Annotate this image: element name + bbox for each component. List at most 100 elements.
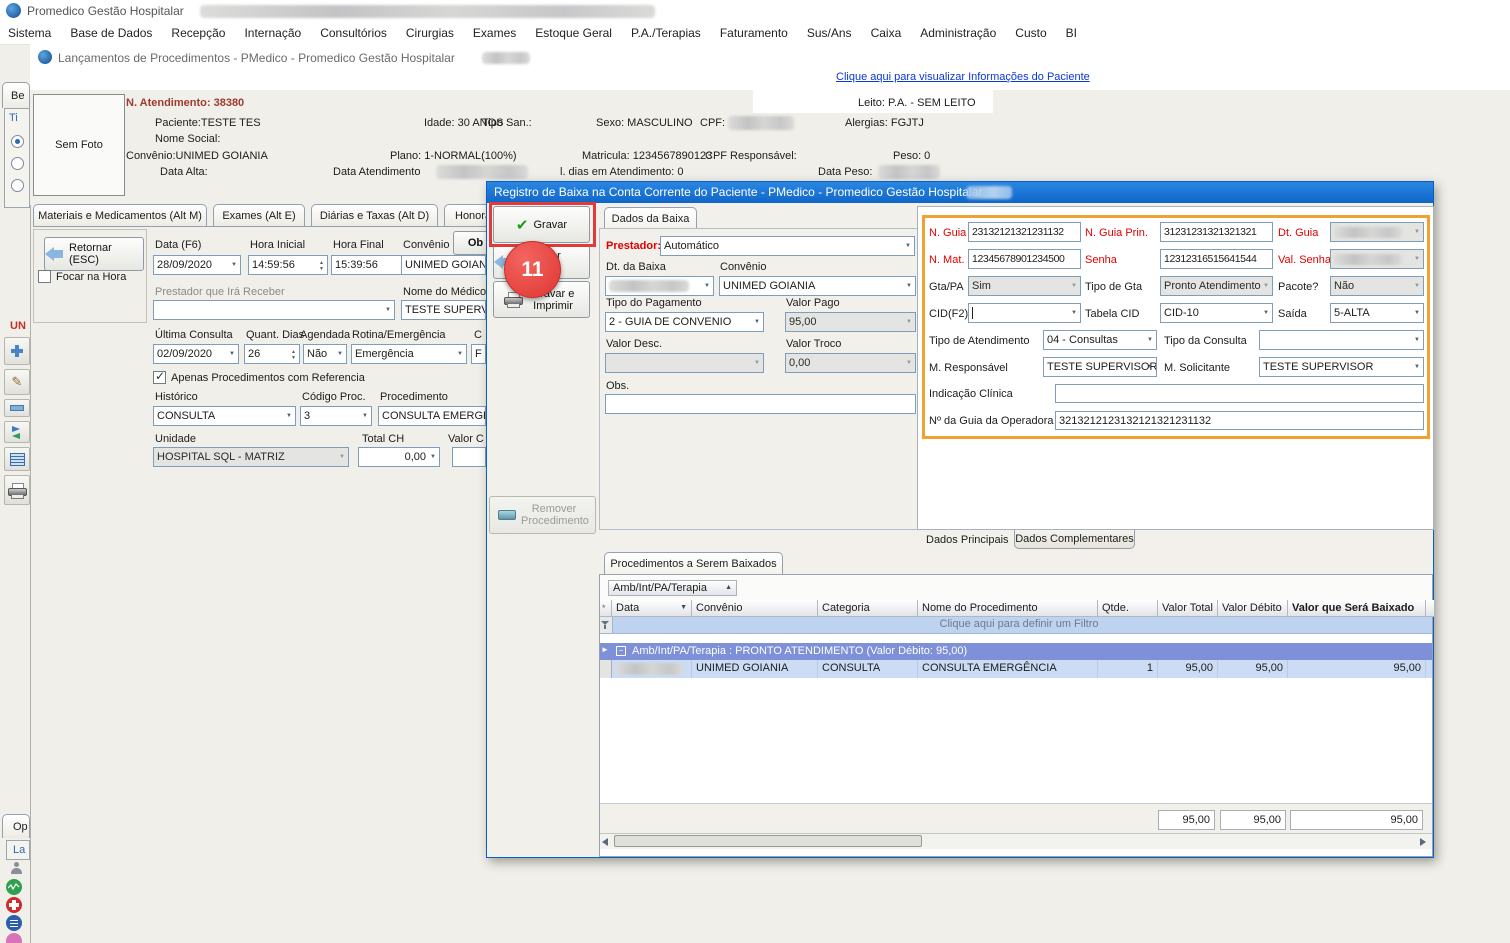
- obs-field[interactable]: [605, 394, 916, 414]
- tab-dados-complementares[interactable]: Dados Complementares: [1014, 530, 1135, 549]
- menu-custo[interactable]: Custo: [1015, 26, 1046, 40]
- col-header-qtde[interactable]: Qtde.: [1098, 600, 1158, 617]
- add-button[interactable]: [4, 337, 30, 365]
- focar-na-hora-checkbox[interactable]: [38, 270, 51, 283]
- cid-field[interactable]: [968, 303, 1081, 323]
- extra-field-fragment[interactable]: F: [471, 344, 486, 364]
- sidebar-person-item[interactable]: [10, 862, 23, 878]
- m-solicitante-field[interactable]: TESTE SUPERVISOR: [1259, 357, 1424, 377]
- remove-button[interactable]: [4, 399, 30, 417]
- menu-cirurgias[interactable]: Cirurgias: [406, 26, 454, 40]
- retornar-esc-button[interactable]: Retornar (ESC): [44, 237, 144, 271]
- agendada-field[interactable]: Não: [303, 344, 347, 364]
- transfer-button[interactable]: [4, 421, 30, 443]
- sidebar-la-box[interactable]: La: [6, 840, 30, 860]
- apenas-referencia-checkbox[interactable]: [153, 371, 166, 384]
- nome-medico-field[interactable]: TESTE SUPERVISOR: [401, 300, 486, 320]
- menu-consultorios[interactable]: Consultórios: [320, 26, 387, 40]
- grid-view-button[interactable]: [4, 447, 30, 471]
- menu-sistema[interactable]: Sistema: [8, 26, 51, 40]
- n-mat-field[interactable]: 12345678901234500: [968, 249, 1081, 269]
- total-ch-field[interactable]: 0,00: [358, 447, 440, 467]
- col-header-categoria[interactable]: Categoria: [818, 600, 918, 617]
- col-header-data[interactable]: Data▼: [612, 600, 692, 617]
- col-header-convenio[interactable]: Convênio: [692, 600, 818, 617]
- menu-caixa[interactable]: Caixa: [871, 26, 902, 40]
- convenio-baixa-field[interactable]: UNIMED GOIANIA: [719, 276, 916, 296]
- group-band-box[interactable]: Amb/Int/PA/Terapia ▲: [608, 580, 737, 596]
- valor-pago-field[interactable]: 95,00: [785, 312, 916, 332]
- rotina-emergencia-field[interactable]: Emergência: [351, 344, 467, 364]
- menu-internacao[interactable]: Internação: [244, 26, 301, 40]
- prestador-recebedor-field[interactable]: [153, 300, 395, 320]
- val-senha-field[interactable]: [1330, 249, 1424, 269]
- patient-info-link[interactable]: Clique aqui para visualizar Informações …: [836, 71, 1090, 83]
- prestador-field[interactable]: Automático: [660, 236, 915, 256]
- menu-bi[interactable]: BI: [1066, 26, 1077, 40]
- tab-dados-da-baixa[interactable]: Dados da Baixa: [604, 207, 697, 229]
- menu-base-de-dados[interactable]: Base de Dados: [70, 26, 152, 40]
- edit-button[interactable]: ✎: [4, 369, 30, 395]
- historico-field[interactable]: CONSULTA: [153, 406, 296, 426]
- valor-desc-field[interactable]: [605, 353, 764, 373]
- tab-dados-principais[interactable]: Dados Principais: [926, 534, 1009, 546]
- unidade-field[interactable]: HOSPITAL SQL - MATRIZ: [153, 447, 349, 467]
- remover-procedimento-button[interactable]: Remover Procedimento: [489, 496, 596, 534]
- sidebar-radio-2[interactable]: [11, 157, 24, 170]
- sidebar-tab-be[interactable]: Be: [2, 82, 30, 108]
- sidebar-table-item[interactable]: [6, 915, 22, 931]
- dialog-titlebar[interactable]: Registro de Baixa na Conta Corrente do P…: [487, 182, 1433, 203]
- dt-baixa-field[interactable]: [605, 276, 714, 296]
- hora-inicial-field[interactable]: 14:59:56: [248, 255, 328, 275]
- tab-diarias-taxas[interactable]: Diárias e Taxas (Alt D): [311, 204, 438, 226]
- pacote-field[interactable]: Não: [1330, 276, 1424, 296]
- tabela-cid-field[interactable]: CID-10: [1160, 303, 1273, 323]
- quant-dias-field[interactable]: 26: [244, 344, 300, 364]
- menu-faturamento[interactable]: Faturamento: [720, 26, 788, 40]
- menu-estoque-geral[interactable]: Estoque Geral: [535, 26, 612, 40]
- valor-troco-field[interactable]: 0,00: [785, 353, 916, 373]
- menu-administracao[interactable]: Administração: [920, 26, 996, 40]
- menu-sus-ans[interactable]: Sus/Ans: [807, 26, 852, 40]
- m-responsavel-field[interactable]: TESTE SUPERVISOR: [1043, 357, 1157, 377]
- scroll-left-button[interactable]: [602, 838, 608, 846]
- senha-field[interactable]: 12312316515641544: [1160, 249, 1273, 269]
- menu-recepcao[interactable]: Recepção: [171, 26, 225, 40]
- ultima-consulta-field[interactable]: 02/09/2020: [153, 344, 239, 364]
- valor-c-field[interactable]: [452, 447, 486, 467]
- col-header-nome-procedimento[interactable]: Nome do Procedimento: [918, 600, 1098, 617]
- dt-guia-field[interactable]: [1330, 222, 1424, 242]
- n-guia-field[interactable]: 23132121321231132: [968, 222, 1081, 242]
- data-f6-field[interactable]: 28/09/2020: [153, 255, 241, 275]
- tab-exames[interactable]: Exames (Alt E): [213, 204, 305, 226]
- hora-final-field[interactable]: 15:39:56: [331, 255, 411, 275]
- tab-materiais-medicamentos[interactable]: Materiais e Medicamentos (Alt M): [33, 204, 207, 226]
- n-guia-prin-field[interactable]: 31231231321321321: [1160, 222, 1273, 242]
- codigo-proc-field[interactable]: 3: [300, 406, 372, 426]
- sidebar-pink-item[interactable]: [6, 933, 22, 943]
- guia-operadora-field[interactable]: 3213212123132121321231132: [1055, 411, 1424, 430]
- col-header-valor-baixado[interactable]: Valor que Será Baixado: [1288, 600, 1426, 617]
- tipo-atendimento-field[interactable]: 04 - Consultas: [1043, 330, 1157, 350]
- group-row[interactable]: ► − Amb/Int/PA/Terapia : PRONTO ATENDIME…: [600, 643, 1432, 660]
- table-row[interactable]: UNIMED GOIANIA CONSULTA CONSULTA EMERGÊN…: [600, 660, 1432, 678]
- col-header-valor-total[interactable]: Valor Total: [1158, 600, 1218, 617]
- tipo-consulta-field[interactable]: [1259, 330, 1424, 350]
- saida-field[interactable]: 5-ALTA: [1330, 303, 1424, 323]
- sidebar-emergency-item[interactable]: [6, 897, 22, 916]
- convenio-form-field[interactable]: UNIMED GOIANIA: [401, 255, 486, 275]
- grid-hscrollbar[interactable]: [600, 833, 1432, 849]
- tipo-gta-field[interactable]: Pronto Atendimento: [1160, 276, 1273, 296]
- sidebar-tab-op[interactable]: Op: [2, 814, 30, 838]
- scroll-right-button[interactable]: [1420, 838, 1426, 846]
- tab-procedimentos-baixados[interactable]: Procedimentos a Serem Baixados: [604, 552, 783, 574]
- sidebar-vitals-item[interactable]: [6, 879, 22, 895]
- tipo-pagamento-field[interactable]: 2 - GUIA DE CONVENIO: [605, 312, 764, 332]
- scroll-thumb[interactable]: [614, 835, 922, 847]
- gta-pa-field[interactable]: Sim: [968, 276, 1081, 296]
- menu-pa-terapias[interactable]: P.A./Terapias: [631, 26, 701, 40]
- filter-row[interactable]: Clique aqui para definir um Filtro: [600, 617, 1432, 634]
- sidebar-radio-1[interactable]: [11, 135, 24, 148]
- group-collapse-box[interactable]: −: [616, 646, 626, 656]
- menu-exames[interactable]: Exames: [473, 26, 516, 40]
